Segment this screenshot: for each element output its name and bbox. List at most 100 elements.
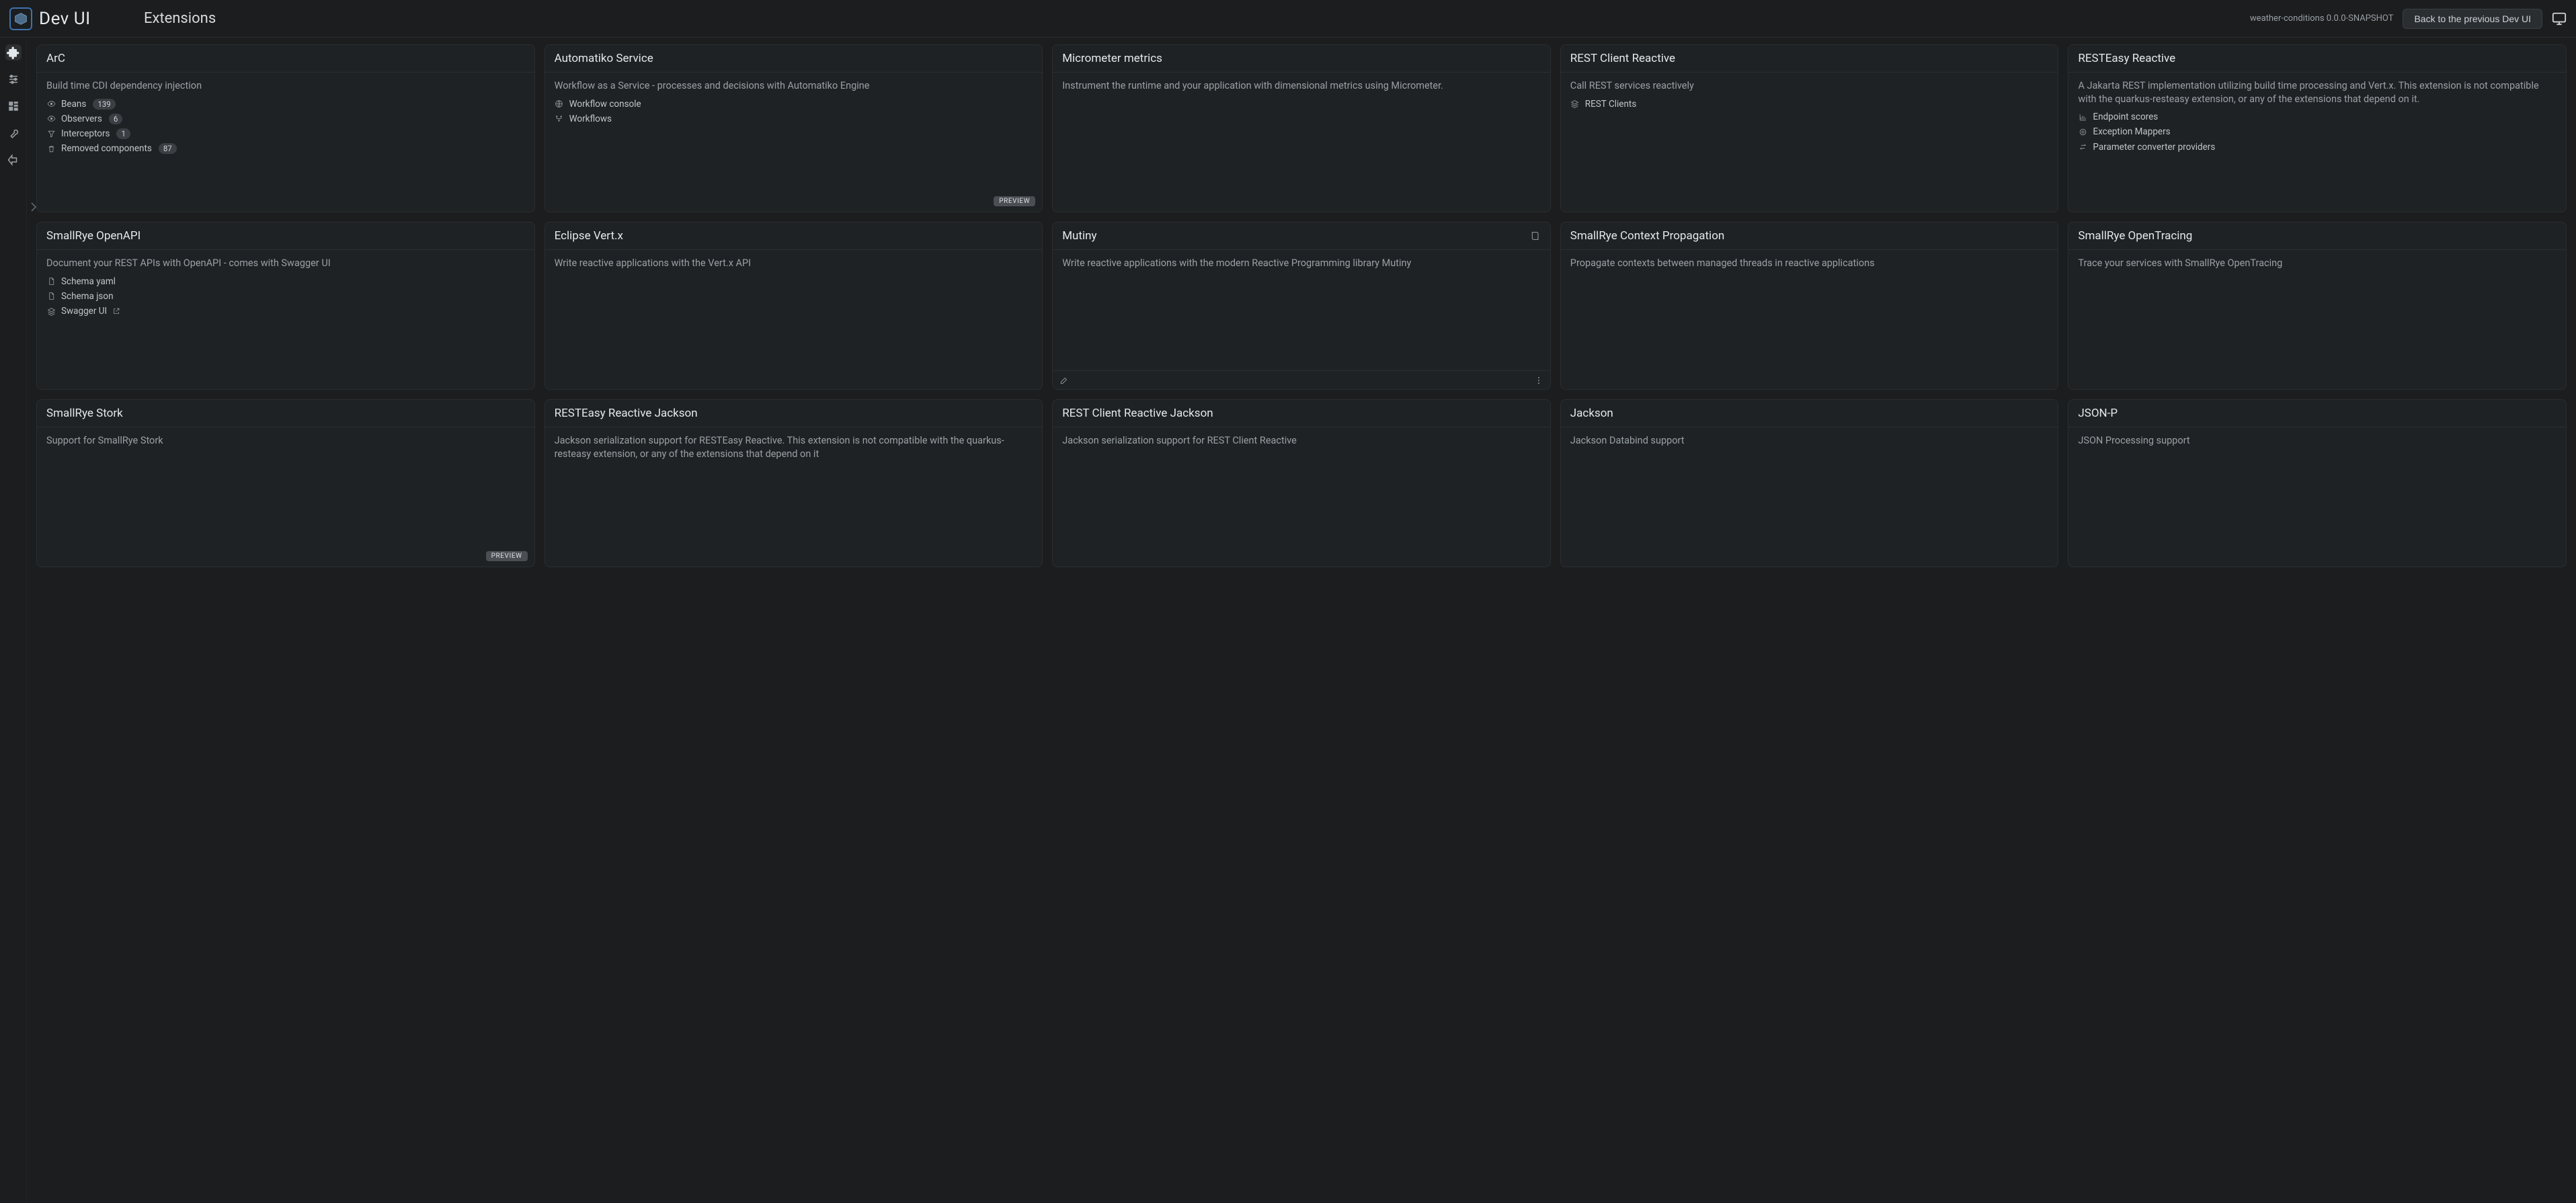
extension-card[interactable]: JSON-P JSON Processing support [2068, 399, 2567, 567]
card-title: SmallRye OpenTracing [2078, 229, 2192, 243]
card-header: Micrometer metrics [1053, 45, 1550, 73]
card-link[interactable]: Observers 6 [46, 113, 525, 125]
card-header: JSON-P [2068, 400, 2566, 427]
extension-card[interactable]: Micrometer metrics Instrument the runtime… [1052, 44, 1551, 212]
card-description: Build time CDI dependency injection [46, 79, 525, 93]
card-title: REST Client Reactive Jackson [1062, 407, 1213, 420]
card-title: SmallRye Stork [46, 407, 123, 420]
preview-badge: PREVIEW [994, 196, 1035, 206]
nav-build[interactable] [5, 98, 22, 114]
card-description: Write reactive applications with the mod… [1062, 257, 1541, 270]
external-link-icon [112, 307, 120, 315]
card-header: RESTEasy Reactive [2068, 45, 2566, 73]
card-description: Write reactive applications with the Ver… [555, 257, 1033, 270]
card-link[interactable]: Interceptors1 [46, 128, 525, 140]
nav-endpoints[interactable] [5, 152, 22, 168]
topbar: Dev UI Extensions weather-conditions 0.0… [0, 0, 2576, 38]
card-header: Automatiko Service [545, 45, 1043, 73]
extension-card[interactable]: SmallRye OpenTracing Trace your services … [2068, 222, 2567, 390]
card-link[interactable]: Schema json [46, 290, 525, 302]
card-header: Jackson [1561, 400, 2058, 427]
monitor-icon[interactable] [2552, 11, 2567, 26]
card-body: Build time CDI dependency injection Beans… [37, 73, 534, 212]
brand-logo-icon [9, 7, 32, 30]
card-body: Trace your services with SmallRye OpenTr… [2068, 250, 2566, 389]
book-icon[interactable] [1530, 231, 1541, 241]
card-link-label: Removed components [61, 142, 152, 155]
card-description: Propagate contexts between managed threa… [1570, 257, 2049, 270]
card-link-label: Observers [61, 113, 102, 125]
kebab-icon[interactable] [1534, 376, 1543, 385]
card-body: Jackson Databind support [1561, 427, 2058, 567]
card-link[interactable]: Swagger UI [46, 305, 525, 317]
nav-extensions[interactable] [5, 44, 22, 60]
card-description: A Jakarta REST implementation utilizing … [2078, 79, 2557, 106]
swap-icon [2078, 142, 2087, 152]
card-body: Call REST services reactivelyREST Client… [1561, 73, 2058, 212]
card-header: SmallRye Stork [37, 400, 534, 427]
extension-card[interactable]: JacksonJackson Databind support [1560, 399, 2059, 567]
card-title: Eclipse Vert.x [555, 229, 623, 243]
eye-icon [46, 114, 56, 124]
card-link[interactable]: Exception Mappers [2078, 126, 2557, 138]
card-link[interactable]: REST Clients [1570, 98, 2049, 110]
extension-card[interactable]: SmallRye Context PropagationPropagate co… [1560, 222, 2059, 390]
extension-card[interactable]: ArC Build time CDI dependency injection Be… [36, 44, 535, 212]
layers-icon [46, 306, 56, 316]
extension-card[interactable]: Mutiny Write reactive applications with t… [1052, 222, 1551, 390]
app-version-label: weather-conditions 0.0.0-SNAPSHOT [2250, 13, 2394, 24]
file-icon [46, 277, 56, 286]
card-link[interactable]: Workflow console [555, 98, 1033, 110]
card-body: Write reactive applications with the Ver… [545, 250, 1043, 389]
card-link[interactable]: Schema yaml [46, 276, 525, 288]
extension-card[interactable]: Automatiko Service Workflow as a Service … [545, 44, 1043, 212]
card-header: REST Client Reactive [1561, 45, 2058, 73]
card-link[interactable]: Beans139 [46, 98, 525, 110]
card-title: Automatiko Service [555, 52, 653, 65]
card-title: JSON-P [2078, 407, 2118, 420]
back-to-previous-button[interactable]: Back to the previous Dev UI [2403, 9, 2542, 29]
card-link-label: REST Clients [1585, 98, 1637, 110]
card-link[interactable]: Workflows [555, 113, 1033, 125]
extension-card[interactable]: REST Client Reactive Call REST services r… [1560, 44, 2059, 212]
card-body: Workflow as a Service - processes and de… [545, 73, 1043, 212]
card-description: Jackson serialization support for REST C… [1062, 434, 1541, 448]
count-badge: 139 [93, 99, 115, 110]
card-title: Micrometer metrics [1062, 52, 1162, 65]
card-description: Instrument the runtime and your applicat… [1062, 79, 1541, 93]
card-link[interactable]: Removed components87 [46, 142, 525, 155]
card-footer [1053, 370, 1550, 389]
card-header: SmallRye OpenTracing [2068, 222, 2566, 250]
card-title: REST Client Reactive [1570, 52, 1675, 65]
extension-card[interactable]: SmallRye StorkSupport for SmallRye Stork… [36, 399, 535, 567]
card-description: Workflow as a Service - processes and de… [555, 79, 1033, 93]
extension-card[interactable]: RESTEasy Reactive A Jakarta REST implemen… [2068, 44, 2567, 212]
nav-tools[interactable] [5, 125, 22, 141]
card-link[interactable]: Endpoint scores [2078, 111, 2557, 123]
card-header: REST Client Reactive Jackson [1053, 400, 1550, 427]
extension-card[interactable]: REST Client Reactive Jackson Jackson seri… [1052, 399, 1551, 567]
count-badge: 6 [109, 114, 122, 124]
trash-icon [46, 144, 56, 153]
edit-icon[interactable] [1059, 376, 1069, 385]
card-link-label: Endpoint scores [2093, 111, 2158, 123]
globe-icon [555, 99, 564, 109]
card-link[interactable]: Parameter converter providers [2078, 141, 2557, 153]
card-body: JSON Processing support [2068, 427, 2566, 567]
card-title: ArC [46, 52, 65, 65]
extension-card[interactable]: Eclipse Vert.x Write reactive application… [545, 222, 1043, 390]
brand[interactable]: Dev UI [9, 7, 137, 30]
brand-name: Dev UI [39, 9, 91, 29]
nav-config[interactable] [5, 71, 22, 87]
card-link-label: Interceptors [61, 128, 110, 140]
card-description: Trace your services with SmallRye OpenTr… [2078, 257, 2557, 270]
card-title: Mutiny [1062, 229, 1096, 243]
card-link-label: Schema json [61, 290, 114, 302]
layers-icon [1570, 99, 1580, 109]
card-description: Document your REST APIs with OpenAPI - c… [46, 257, 525, 270]
chart-icon [2078, 112, 2087, 122]
extension-card[interactable]: RESTEasy Reactive JacksonJackson seriali… [545, 399, 1043, 567]
card-header: Eclipse Vert.x [545, 222, 1043, 250]
eye-icon [46, 99, 56, 109]
extension-card[interactable]: SmallRye OpenAPIDocument your REST APIs … [36, 222, 535, 390]
